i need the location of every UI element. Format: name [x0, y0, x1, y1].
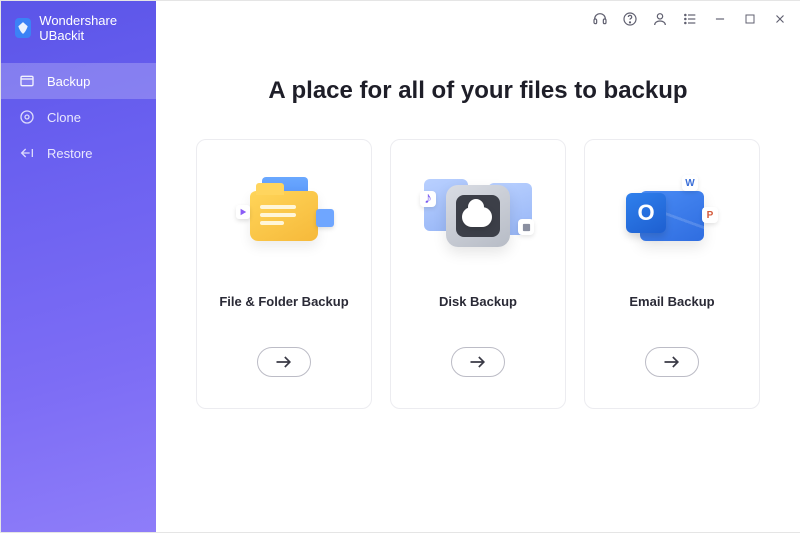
cards-row: File & Folder Backup ♪ [196, 139, 760, 409]
app-name: Wondershare UBackit [39, 13, 142, 43]
music-icon: ♪ [420, 191, 436, 207]
clone-icon [19, 109, 35, 125]
sidebar-item-clone[interactable]: Clone [1, 99, 156, 135]
support-icon[interactable] [592, 11, 608, 27]
outlook-icon: O [626, 193, 666, 233]
arrow-button[interactable] [451, 347, 505, 377]
content-area: A place for all of your files to backup [156, 37, 800, 532]
help-icon[interactable] [622, 11, 638, 27]
card-email-backup[interactable]: O W P Email Backup [584, 139, 760, 409]
word-icon: W [682, 175, 698, 191]
main-panel: A place for all of your files to backup [156, 1, 800, 532]
sidebar-item-label: Clone [47, 110, 81, 125]
image-icon [316, 209, 334, 227]
sidebar-item-restore[interactable]: Restore [1, 135, 156, 171]
minimize-icon[interactable] [712, 11, 728, 27]
titlebar [156, 1, 800, 37]
page-headline: A place for all of your files to backup [196, 77, 760, 105]
logo-icon [15, 18, 31, 38]
backup-icon [19, 73, 35, 89]
maximize-icon[interactable] [742, 11, 758, 27]
card-title: Disk Backup [439, 294, 517, 309]
play-icon [236, 205, 250, 219]
powerpoint-icon: P [702, 207, 718, 223]
disk-illustration: ♪ [423, 166, 533, 266]
account-icon[interactable] [652, 11, 668, 27]
sidebar-item-label: Restore [47, 146, 93, 161]
folder-illustration [229, 166, 339, 266]
close-icon[interactable] [772, 11, 788, 27]
card-title: File & Folder Backup [219, 294, 348, 309]
menu-icon[interactable] [682, 11, 698, 27]
sidebar-item-backup[interactable]: Backup [1, 63, 156, 99]
email-illustration: O W P [617, 166, 727, 266]
card-title: Email Backup [629, 294, 714, 309]
app-logo: Wondershare UBackit [1, 1, 156, 63]
arrow-button[interactable] [645, 347, 699, 377]
card-file-folder-backup[interactable]: File & Folder Backup [196, 139, 372, 409]
cloud-icon [462, 207, 492, 227]
restore-icon [19, 145, 35, 161]
sidebar: Wondershare UBackit Backup Clone Restore [1, 1, 156, 532]
file-icon [518, 219, 534, 235]
sidebar-item-label: Backup [47, 74, 90, 89]
arrow-button[interactable] [257, 347, 311, 377]
card-disk-backup[interactable]: ♪ Disk Backup [390, 139, 566, 409]
